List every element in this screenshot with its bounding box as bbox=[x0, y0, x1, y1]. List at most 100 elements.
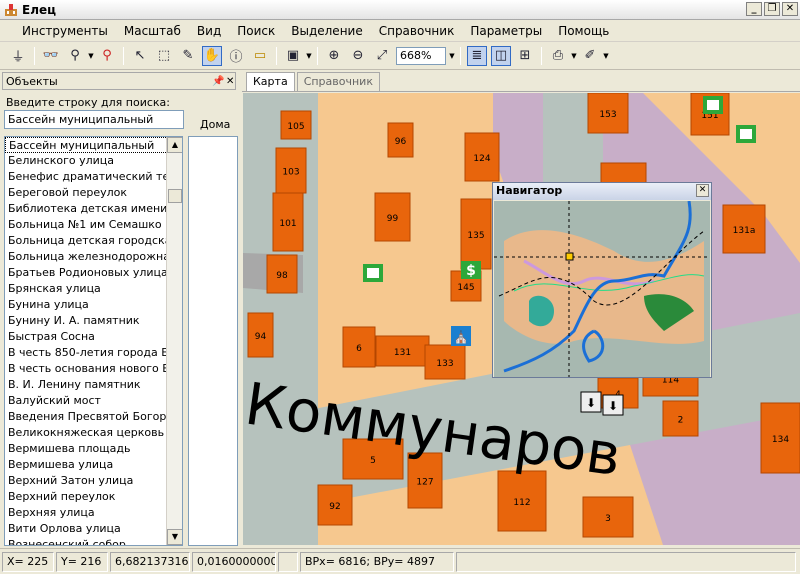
find-red-icon[interactable]: ⚲ bbox=[97, 46, 117, 66]
list-item[interactable]: Вити Орлова улица bbox=[5, 521, 168, 537]
edit-icon[interactable]: ✎ bbox=[178, 46, 198, 66]
tab-reference[interactable]: Справочник bbox=[296, 72, 380, 91]
close-button[interactable]: ✕ bbox=[782, 2, 798, 16]
download-icon[interactable]: ⬇ bbox=[602, 394, 624, 416]
building-number: 112 bbox=[513, 498, 530, 508]
navigator-toggle-icon[interactable]: ◫ bbox=[491, 45, 511, 66]
layers-icon[interactable]: ≣ bbox=[467, 45, 487, 66]
find-objects-icon[interactable]: ⚲ bbox=[65, 46, 85, 66]
info-icon[interactable]: ⓘ bbox=[226, 46, 246, 66]
hand-pan-icon[interactable]: ✋ bbox=[202, 45, 222, 66]
building-number: 101 bbox=[279, 219, 296, 229]
title-bar: Елец _ ❐ ✕ bbox=[0, 0, 800, 20]
list-item[interactable]: Вермишева улица bbox=[5, 457, 168, 473]
houses-label: Дома bbox=[200, 118, 231, 131]
list-scrollbar[interactable]: ▲ ▼ bbox=[166, 137, 182, 545]
navigator-close-button[interactable]: ✕ bbox=[696, 184, 709, 197]
bank-icon[interactable]: $ bbox=[461, 261, 481, 279]
list-item[interactable]: Верхний Затон улица bbox=[5, 473, 168, 489]
menu-view[interactable]: Вид bbox=[189, 24, 229, 38]
building-number: 94 bbox=[255, 332, 267, 342]
list-item[interactable]: Бассейн муниципальный bbox=[5, 137, 168, 153]
list-item[interactable]: Бенефис драматический театр bbox=[5, 169, 168, 185]
list-item[interactable]: Быстрая Сосна bbox=[5, 329, 168, 345]
list-item[interactable]: Брянская улица bbox=[5, 281, 168, 297]
building-number: 92 bbox=[329, 502, 340, 512]
menu-scale[interactable]: Масштаб bbox=[116, 24, 189, 38]
ruler-icon[interactable]: ▭ bbox=[250, 46, 270, 66]
navigator-viewport-marker[interactable] bbox=[565, 252, 574, 261]
list-item[interactable]: В честь основания нового Е... bbox=[5, 361, 168, 377]
list-item[interactable]: Бунина улица bbox=[5, 297, 168, 313]
filter-icon[interactable]: ⏚ bbox=[8, 46, 28, 66]
search-input[interactable]: Бассейн муниципальный bbox=[4, 110, 184, 129]
list-item[interactable]: Введения Пресвятой Богоро... bbox=[5, 409, 168, 425]
list-item[interactable]: Верхняя улица bbox=[5, 505, 168, 521]
menu-tools[interactable]: Инструменты bbox=[14, 24, 116, 38]
print-icon[interactable]: ⎙ bbox=[548, 46, 568, 66]
menu-parameters[interactable]: Параметры bbox=[462, 24, 550, 38]
scroll-down-icon[interactable]: ▼ bbox=[167, 529, 182, 545]
list-item[interactable]: В. И. Ленину памятник bbox=[5, 377, 168, 393]
church-icon[interactable]: ⛪ bbox=[451, 326, 471, 346]
list-item[interactable]: Больница детская городская bbox=[5, 233, 168, 249]
building-number: 5 bbox=[370, 456, 376, 466]
building-number: 145 bbox=[457, 283, 474, 293]
status-y: Y= 216 bbox=[56, 551, 108, 572]
dropdown-arrow-icon[interactable]: ▼ bbox=[87, 52, 95, 60]
status-value2: 0,01600000000 bbox=[192, 551, 276, 572]
navigator-minimap[interactable] bbox=[494, 200, 710, 377]
dropdown-arrow-icon[interactable]: ▼ bbox=[602, 52, 610, 60]
restore-button[interactable]: ❐ bbox=[764, 2, 780, 16]
menu-reference[interactable]: Справочник bbox=[371, 24, 463, 38]
building-number: 127 bbox=[416, 478, 433, 488]
list-item[interactable]: Больница №1 им Семашко bbox=[5, 217, 168, 233]
menu-selection[interactable]: Выделение bbox=[283, 24, 370, 38]
zoom-fit-icon[interactable]: ⤢ bbox=[372, 46, 392, 66]
library-icon[interactable] bbox=[703, 96, 723, 114]
tab-map[interactable]: Карта bbox=[246, 72, 295, 91]
status-bar: X= 225 Y= 216 6,68213731698 0,0160000000… bbox=[0, 548, 800, 574]
scroll-up-icon[interactable]: ▲ bbox=[167, 137, 182, 153]
list-item[interactable]: Бунину И. А. памятник bbox=[5, 313, 168, 329]
houses-list[interactable] bbox=[188, 136, 238, 546]
navigator-title-bar[interactable]: Навигатор ✕ bbox=[493, 183, 711, 200]
objects-list[interactable]: Бассейн муниципальный Белинского улица Бен… bbox=[4, 136, 183, 546]
list-item[interactable]: Валуйский мост bbox=[5, 393, 168, 409]
list-item[interactable]: Братьев Родионовых улица bbox=[5, 265, 168, 281]
list-item[interactable]: Верхний переулок bbox=[5, 489, 168, 505]
list-item[interactable]: Белинского улица bbox=[5, 153, 168, 169]
library-icon[interactable] bbox=[363, 264, 383, 282]
map-window-icon[interactable]: ⊞ bbox=[515, 46, 535, 66]
rect-select-icon[interactable]: ⬚ bbox=[154, 46, 174, 66]
list-item[interactable]: Больница железнодорожная bbox=[5, 249, 168, 265]
zoom-out-icon[interactable]: ⊖ bbox=[348, 46, 368, 66]
download-icon[interactable]: ⬇ bbox=[580, 391, 602, 413]
list-item[interactable]: Великокняжеская церковь bbox=[5, 425, 168, 441]
zoom-dropdown-icon[interactable]: ▼ bbox=[448, 52, 456, 60]
scroll-thumb[interactable] bbox=[168, 189, 182, 203]
list-item[interactable]: Вознесенский собор bbox=[5, 537, 168, 545]
library-icon[interactable] bbox=[736, 125, 756, 143]
list-item[interactable]: Береговой переулок bbox=[5, 185, 168, 201]
zoom-field[interactable]: 668% bbox=[396, 46, 446, 65]
minimize-button[interactable]: _ bbox=[746, 2, 762, 16]
navigator-window[interactable]: Навигатор ✕ bbox=[492, 182, 712, 378]
pin-icon[interactable]: 📌 bbox=[212, 76, 224, 87]
binoculars-icon[interactable]: 👓 bbox=[41, 46, 61, 66]
building-number: 124 bbox=[473, 154, 490, 164]
pen-icon[interactable]: ✐ bbox=[580, 46, 600, 66]
pointer-icon[interactable]: ↖ bbox=[130, 46, 150, 66]
list-item[interactable]: Вермишева площадь bbox=[5, 441, 168, 457]
list-item[interactable]: В честь 850-летия города Ел... bbox=[5, 345, 168, 361]
dropdown-arrow-icon[interactable]: ▼ bbox=[570, 52, 578, 60]
menu-help[interactable]: Помощь bbox=[550, 24, 617, 38]
close-icon[interactable]: ✕ bbox=[226, 76, 234, 87]
menu-search[interactable]: Поиск bbox=[229, 24, 283, 38]
zoom-in-icon[interactable]: ⊕ bbox=[324, 46, 344, 66]
dropdown-arrow-icon[interactable]: ▼ bbox=[305, 52, 313, 60]
list-item[interactable]: Библиотека детская имени ... bbox=[5, 201, 168, 217]
frame-icon[interactable]: ▣ bbox=[283, 46, 303, 66]
svg-text:⬇: ⬇ bbox=[586, 396, 596, 410]
building-number: 3 bbox=[605, 514, 611, 524]
